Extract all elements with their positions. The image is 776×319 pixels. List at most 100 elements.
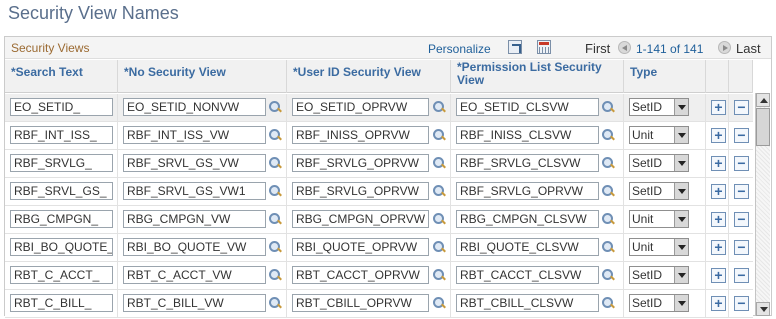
delete-row-button[interactable]: − [734,128,749,143]
user-id-security-view-input[interactable]: RBF_INISS_OPRVW [292,126,429,144]
magnifier-icon[interactable] [268,100,283,115]
permission-list-security-view-input[interactable]: RBF_INISS_CLSVW [456,126,599,144]
magnifier-icon[interactable] [268,212,283,227]
magnifier-icon[interactable] [432,296,447,311]
user-id-security-view-input[interactable]: RBG_CMPGN_OPRVW [292,210,429,228]
chevron-down-icon[interactable] [674,127,688,143]
search-text-input[interactable]: RBF_SRVL_GS_ [10,182,113,200]
magnifier-icon[interactable] [268,296,283,311]
magnifier-icon[interactable] [268,240,283,255]
magnifier-icon[interactable] [601,212,616,227]
magnifier-icon[interactable] [601,100,616,115]
magnifier-icon[interactable] [432,156,447,171]
magnifier-icon[interactable] [268,128,283,143]
user-id-security-view-input[interactable]: RBT_CBILL_OPRVW [292,294,429,312]
delete-row-button[interactable]: − [734,184,749,199]
no-security-view-input[interactable]: EO_SETID_NONVW [123,98,266,116]
magnifier-icon[interactable] [432,128,447,143]
add-row-button[interactable]: + [711,100,726,115]
chevron-down-icon[interactable] [674,99,688,115]
chevron-down-icon[interactable] [674,267,688,283]
search-text-input[interactable]: RBF_INT_ISS_ [10,126,113,144]
chevron-down-icon[interactable] [674,295,688,311]
magnifier-icon[interactable] [432,240,447,255]
user-id-security-view-input[interactable]: RBT_CACCT_OPRVW [292,266,429,284]
chevron-down-icon[interactable] [674,183,688,199]
no-security-view-input[interactable]: RBI_BO_QUOTE_VW [123,238,266,256]
vertical-scrollbar[interactable] [755,93,770,316]
magnifier-icon[interactable] [268,184,283,199]
permission-list-security-view-input[interactable]: RBI_QUOTE_CLSVW [456,238,599,256]
type-select[interactable]: Unit [629,210,689,228]
first-link[interactable]: First [585,41,610,56]
delete-row-button[interactable]: − [734,100,749,115]
delete-row-button[interactable]: − [734,212,749,227]
delete-row-button[interactable]: − [734,240,749,255]
user-id-security-view-input[interactable]: RBI_QUOTE_OPRVW [292,238,429,256]
type-select[interactable]: Unit [629,126,689,144]
scroll-down-arrow-icon[interactable] [756,302,770,316]
add-row-button[interactable]: + [711,184,726,199]
no-security-view-input[interactable]: RBF_SRVL_GS_VW1 [123,182,266,200]
permission-list-security-view-input[interactable]: RBF_SRVLG_CLSVW [456,154,599,172]
no-security-view-input[interactable]: RBT_C_BILL_VW [123,294,266,312]
permission-list-security-view-input[interactable]: RBT_CBILL_CLSVW [456,294,599,312]
delete-row-button[interactable]: − [734,296,749,311]
user-id-security-view-input[interactable]: RBF_SRVLG_OPRVW [292,154,429,172]
search-text-input[interactable]: RBT_C_ACCT_ [10,266,113,284]
permission-list-security-view-input[interactable]: RBT_CACCT_CLSVW [456,266,599,284]
last-link[interactable]: Last [736,41,761,56]
column-header-type[interactable]: Type [624,60,706,93]
download-icon[interactable] [537,40,551,54]
type-select[interactable]: SetID [629,294,689,312]
search-text-input[interactable]: RBT_C_BILL_ [10,294,113,312]
column-header-user-id-security-view[interactable]: *User ID Security View [287,60,451,93]
add-row-button[interactable]: + [711,156,726,171]
type-select[interactable]: SetID [629,182,689,200]
chevron-down-icon[interactable] [674,239,688,255]
next-arrow-icon[interactable] [718,41,731,54]
search-text-input[interactable]: RBG_CMPGN_ [10,210,113,228]
add-row-button[interactable]: + [711,212,726,227]
magnifier-icon[interactable] [601,156,616,171]
magnifier-icon[interactable] [432,184,447,199]
user-id-security-view-input[interactable]: RBF_SRVLG_OPRVW [292,182,429,200]
no-security-view-input[interactable]: RBT_C_ACCT_VW [123,266,266,284]
magnifier-icon[interactable] [268,268,283,283]
delete-row-button[interactable]: − [734,268,749,283]
search-text-input[interactable]: RBI_BO_QUOTE_ [10,238,113,256]
type-select[interactable]: SetID [629,98,689,116]
chevron-down-icon[interactable] [674,211,688,227]
no-security-view-input[interactable]: RBF_SRVL_GS_VW [123,154,266,172]
user-id-security-view-input[interactable]: EO_SETID_OPRVW [292,98,429,116]
chevron-down-icon[interactable] [674,155,688,171]
no-security-view-input[interactable]: RBF_INT_ISS_VW [123,126,266,144]
magnifier-icon[interactable] [601,240,616,255]
magnifier-icon[interactable] [268,156,283,171]
type-select[interactable]: SetID [629,154,689,172]
permission-list-security-view-input[interactable]: RBG_CMPGN_CLSVW [456,210,599,228]
type-select[interactable]: Unit [629,238,689,256]
magnifier-icon[interactable] [432,212,447,227]
magnifier-icon[interactable] [601,184,616,199]
column-header-no-security-view[interactable]: *No Security View [118,60,287,93]
permission-list-security-view-input[interactable]: EO_SETID_CLSVW [456,98,599,116]
magnifier-icon[interactable] [601,296,616,311]
scroll-up-arrow-icon[interactable] [756,93,770,107]
search-text-input[interactable]: RBF_SRVLG_ [10,154,113,172]
add-row-button[interactable]: + [711,268,726,283]
column-header-search-text[interactable]: *Search Text [5,60,118,93]
magnifier-icon[interactable] [601,128,616,143]
previous-arrow-icon[interactable] [618,41,631,54]
add-row-button[interactable]: + [711,128,726,143]
view-all-icon[interactable] [508,40,522,54]
scrollbar-thumb[interactable] [756,108,770,146]
add-row-button[interactable]: + [711,240,726,255]
personalize-link[interactable]: Personalize [428,42,491,56]
no-security-view-input[interactable]: RBG_CMPGN_VW [123,210,266,228]
magnifier-icon[interactable] [601,268,616,283]
column-header-permission-list-security-view[interactable]: *Permission List Security View [451,60,624,93]
permission-list-security-view-input[interactable]: RBF_SRVLG_OPRVW [456,182,599,200]
delete-row-button[interactable]: − [734,156,749,171]
add-row-button[interactable]: + [711,296,726,311]
